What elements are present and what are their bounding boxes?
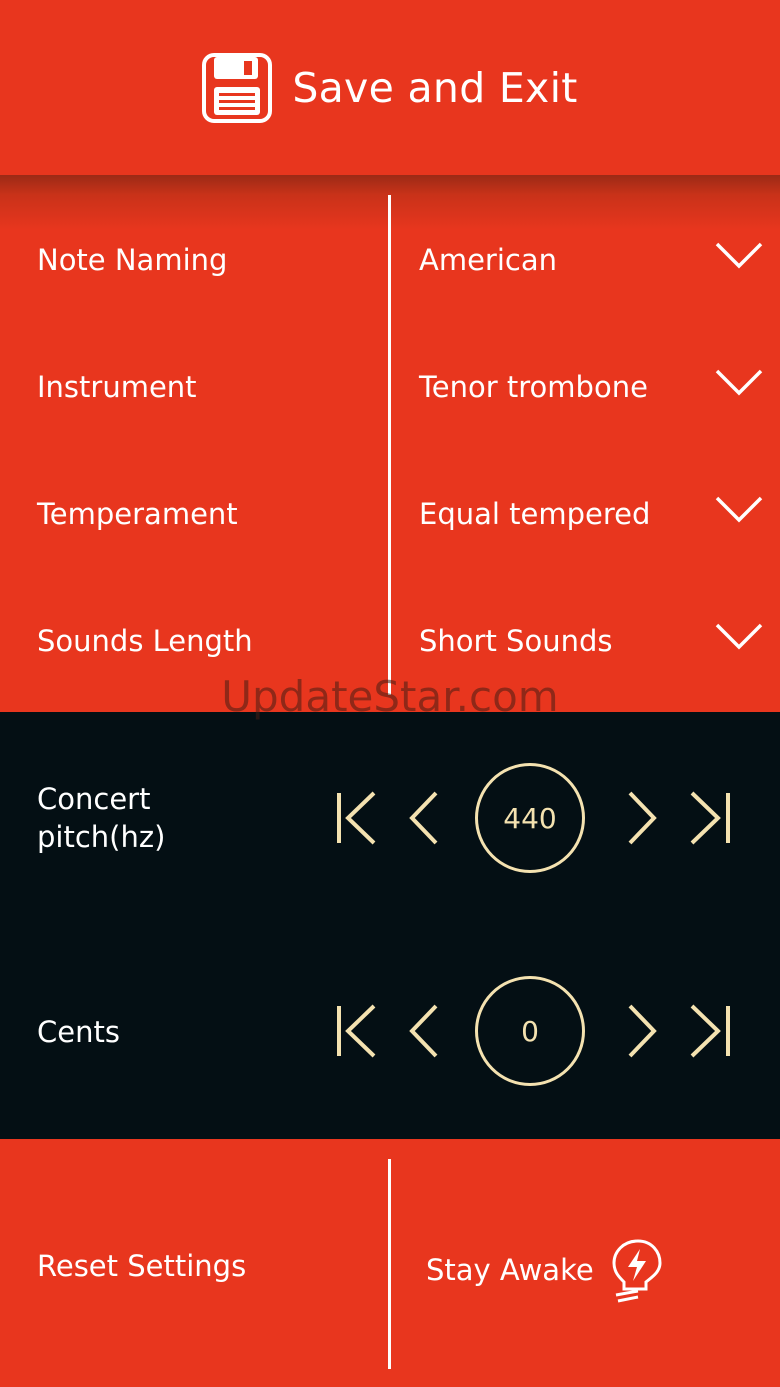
sounds-length-label: Sounds Length	[37, 624, 253, 658]
note-naming-label: Note Naming	[37, 243, 228, 277]
instrument-dropdown[interactable]: Tenor trombone	[390, 357, 780, 417]
sounds-length-value: Short Sounds	[419, 624, 613, 658]
chevron-down-icon	[715, 369, 763, 396]
tuning-panel: Concert pitch(hz) 440 Cents 0	[0, 712, 780, 1139]
concert-pitch-label: Concert pitch(hz)	[37, 782, 166, 854]
instrument-label: Instrument	[37, 370, 197, 404]
cents-stepper: 0	[330, 974, 750, 1094]
save-and-exit-button[interactable]: Save and Exit	[202, 52, 578, 123]
skip-to-max-icon[interactable]	[688, 790, 732, 846]
chevron-down-icon	[715, 242, 763, 269]
stay-awake-label: Stay Awake	[426, 1253, 594, 1287]
chevron-down-icon	[715, 623, 763, 650]
note-naming-dropdown[interactable]: American	[390, 230, 780, 290]
chevron-down-icon	[715, 496, 763, 523]
temperament-label: Temperament	[37, 497, 238, 531]
floppy-disk-icon	[202, 52, 273, 123]
concert-pitch-value: 440	[475, 763, 585, 873]
decrement-icon[interactable]	[408, 790, 440, 846]
increment-icon[interactable]	[626, 1003, 658, 1059]
sounds-length-dropdown[interactable]: Short Sounds	[390, 611, 780, 671]
skip-to-min-icon[interactable]	[336, 790, 378, 846]
decrement-icon[interactable]	[408, 1003, 440, 1059]
settings-panel: Note Naming American Instrument Tenor tr…	[0, 175, 780, 712]
temperament-dropdown[interactable]: Equal tempered	[390, 484, 780, 544]
column-divider	[388, 1159, 391, 1369]
concert-pitch-stepper: 440	[330, 761, 750, 881]
instrument-value: Tenor trombone	[419, 370, 648, 404]
skip-to-max-icon[interactable]	[688, 1003, 732, 1059]
skip-to-min-icon[interactable]	[336, 1003, 378, 1059]
increment-icon[interactable]	[626, 790, 658, 846]
bottom-actions: Reset Settings Stay Awake	[0, 1139, 780, 1387]
cents-label: Cents	[37, 1015, 120, 1049]
reset-settings-button[interactable]: Reset Settings	[37, 1249, 246, 1283]
stay-awake-button[interactable]: Stay Awake	[426, 1235, 668, 1305]
note-naming-value: American	[419, 243, 558, 277]
temperament-value: Equal tempered	[419, 497, 651, 531]
lightbulb-bolt-icon	[612, 1239, 662, 1303]
header-bar: Save and Exit	[0, 0, 780, 175]
save-and-exit-label: Save and Exit	[292, 63, 578, 112]
cents-value: 0	[475, 976, 585, 1086]
